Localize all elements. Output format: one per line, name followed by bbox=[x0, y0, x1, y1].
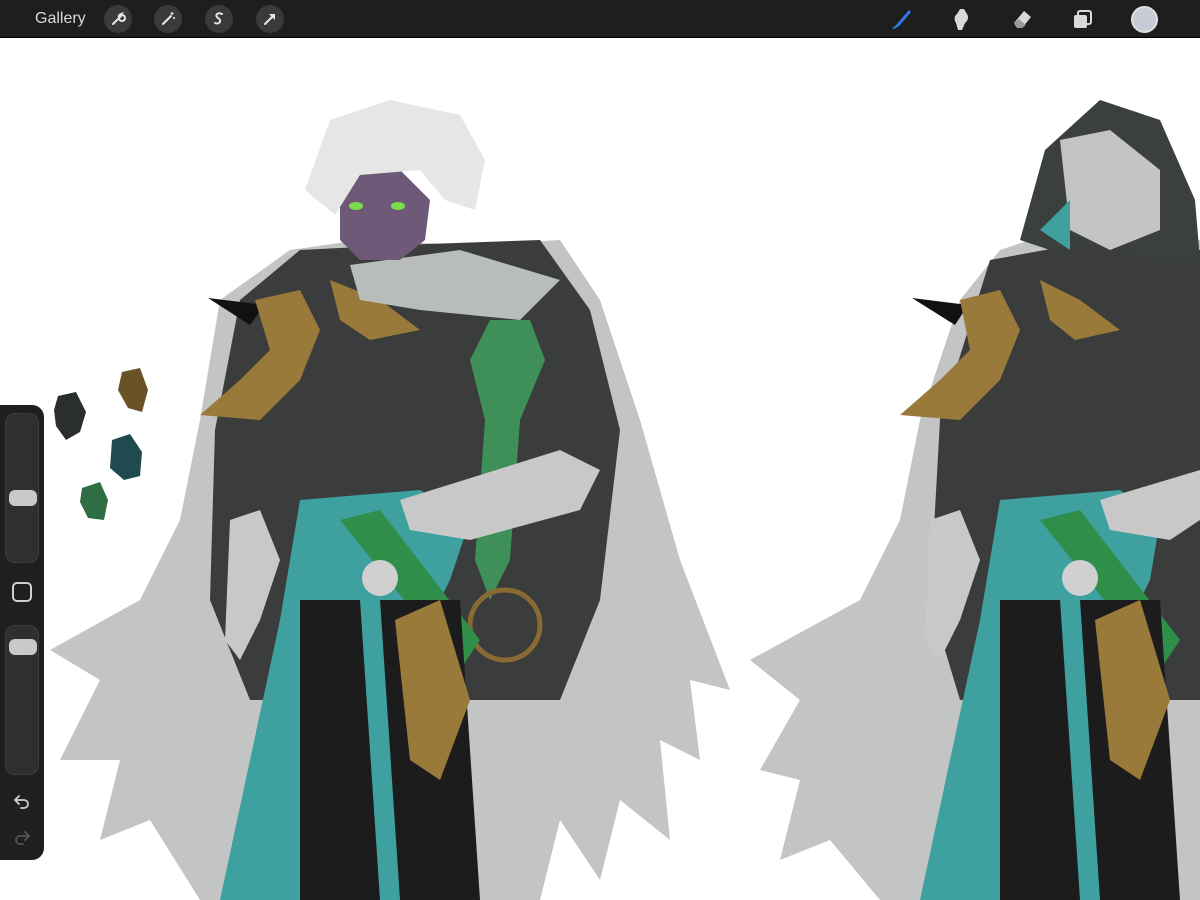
transform-button[interactable] bbox=[256, 5, 284, 33]
eraser-tool-button[interactable] bbox=[1007, 4, 1037, 34]
artwork bbox=[50, 100, 1200, 900]
selection-button[interactable] bbox=[205, 5, 233, 33]
undo-icon bbox=[13, 795, 29, 809]
smudge-tool-button[interactable] bbox=[946, 4, 976, 34]
brush-icon bbox=[892, 10, 911, 29]
palette-swatches bbox=[54, 368, 148, 520]
character-hooded bbox=[750, 100, 1200, 900]
transform-arrow-icon bbox=[264, 14, 275, 25]
swatch-dark bbox=[54, 392, 86, 440]
swatch-brown bbox=[118, 368, 148, 412]
redo-icon bbox=[15, 831, 31, 845]
redo-button[interactable] bbox=[8, 823, 36, 851]
layers-icon bbox=[1074, 10, 1092, 28]
modify-button[interactable] bbox=[12, 582, 32, 602]
opacity-slider[interactable] bbox=[5, 625, 39, 775]
character-unhooded bbox=[50, 100, 730, 900]
brush-tool-button[interactable] bbox=[886, 4, 916, 34]
eraser-icon bbox=[1014, 11, 1031, 28]
magic-wand-icon bbox=[162, 12, 175, 25]
smudge-icon bbox=[954, 9, 969, 30]
drawing-canvas[interactable] bbox=[0, 39, 1200, 900]
color-picker-button[interactable] bbox=[1131, 6, 1158, 33]
brush-size-slider[interactable] bbox=[5, 413, 39, 563]
swatch-teal bbox=[110, 434, 142, 480]
actions-wrench-button[interactable] bbox=[104, 5, 132, 33]
undo-button[interactable] bbox=[8, 787, 36, 815]
selection-s-icon bbox=[214, 12, 223, 25]
wrench-icon bbox=[112, 12, 126, 25]
left-sidebar bbox=[0, 405, 44, 860]
top-toolbar: Gallery bbox=[0, 0, 1200, 38]
gallery-button[interactable]: Gallery bbox=[35, 9, 86, 29]
adjustments-button[interactable] bbox=[154, 5, 182, 33]
swatch-green bbox=[80, 482, 108, 520]
opacity-knob[interactable] bbox=[9, 639, 37, 656]
brush-size-knob[interactable] bbox=[9, 490, 37, 507]
layers-button[interactable] bbox=[1068, 4, 1098, 34]
